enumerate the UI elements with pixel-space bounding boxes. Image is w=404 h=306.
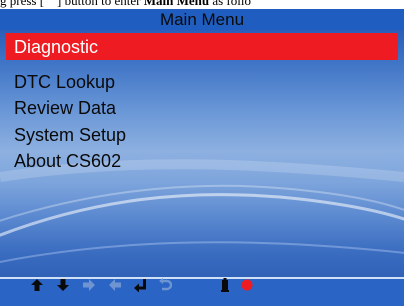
screen-title: Main Menu [159, 10, 245, 29]
caption-text-after: as follo [209, 0, 251, 8]
menu-item-label: Diagnostic [14, 37, 99, 57]
back-icon[interactable] [158, 278, 172, 292]
menu-item-diagnostic[interactable]: Diagnostic [6, 33, 398, 60]
arrow-down-icon[interactable] [56, 278, 70, 292]
menu-item-dtc-lookup[interactable]: DTC Lookup [14, 72, 115, 92]
title-bar: Main Menu [0, 9, 404, 30]
arrow-up-icon[interactable] [30, 278, 44, 292]
device-screen: Main Menu Diagnostic DTC Lookup Review D… [0, 9, 404, 306]
enter-icon[interactable] [133, 278, 147, 292]
record-icon [241, 279, 253, 291]
battery-icon [221, 278, 229, 292]
menu-item-system-setup[interactable]: System Setup [14, 125, 126, 145]
caption-text-before: g press [ [0, 0, 45, 8]
menu-item-about[interactable]: About CS602 [14, 151, 121, 171]
arrow-right-icon[interactable] [82, 278, 96, 292]
arrow-left-icon[interactable] [108, 278, 122, 292]
menu-item-review-data[interactable]: Review Data [14, 98, 116, 118]
document-caption: g press [ ] button to enter Main Menu as… [0, 0, 404, 9]
caption-text-middle: ] button to enter [57, 0, 144, 8]
caption-bold-text: Main Menu [143, 0, 210, 8]
